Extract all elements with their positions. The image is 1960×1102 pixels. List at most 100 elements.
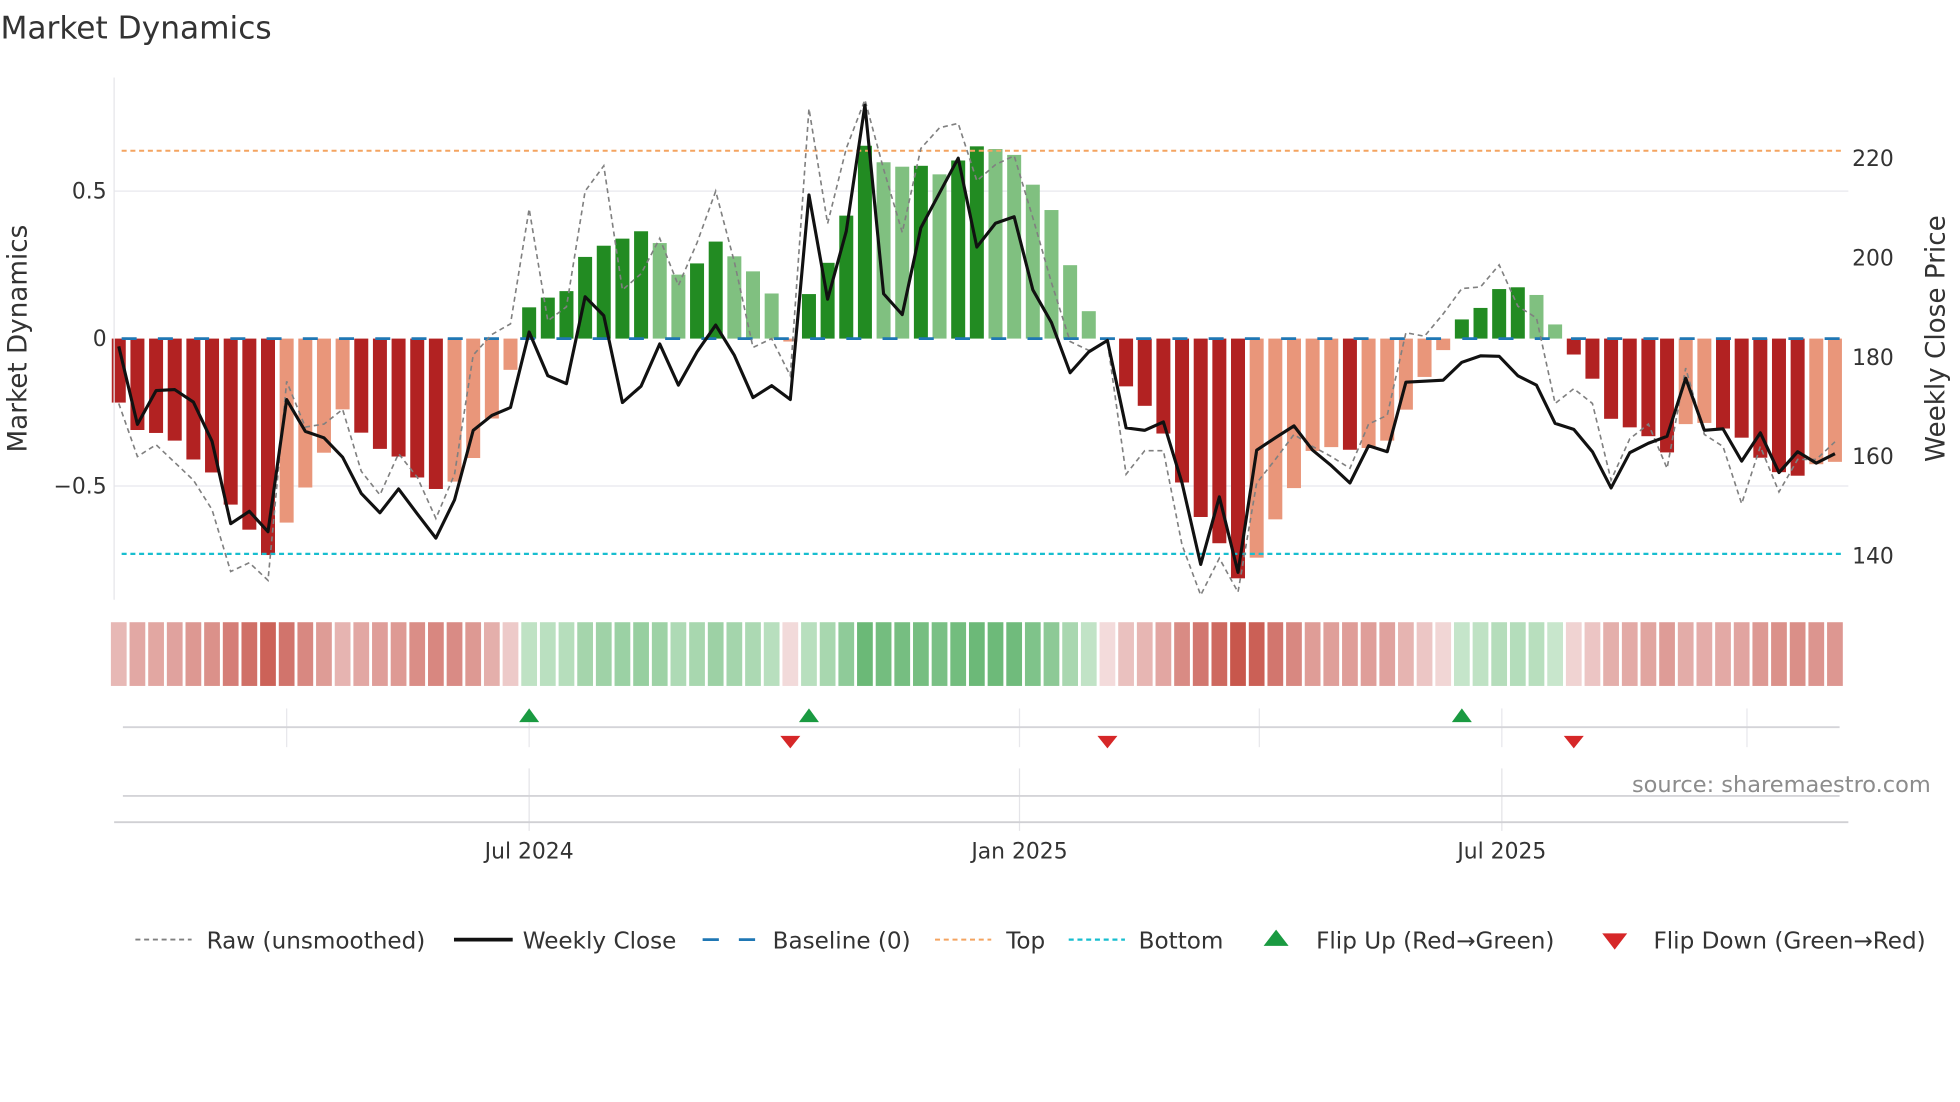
strip-cell [1323, 622, 1340, 686]
y2-tick-label: 140 [1852, 544, 1894, 569]
strip-cell [278, 622, 295, 686]
market-dynamics-chart: Market Dynamics −0.5 0 0.5 140 160 180 200 220 M… [0, 11, 1951, 955]
bar [1473, 307, 1488, 339]
strip-cell [539, 622, 556, 686]
bar [1268, 338, 1283, 520]
bar [652, 243, 667, 339]
strip-cell [353, 622, 370, 686]
strip-cell [1715, 622, 1731, 686]
y2-tick-label: 200 [1852, 247, 1894, 272]
strip-cell [1398, 622, 1414, 686]
strip-cell [968, 622, 985, 686]
legend: Raw (unsmoothed) Weekly Close Baseline (0)… [135, 928, 1926, 954]
strip-cell [894, 622, 911, 686]
strip-cell [428, 622, 444, 686]
bar [205, 338, 220, 473]
strip-cell [1192, 622, 1209, 686]
bar [335, 338, 350, 410]
bar [596, 245, 611, 339]
strip-cell [204, 622, 220, 686]
strip-cell [595, 622, 612, 686]
strip-cell [1286, 622, 1302, 686]
strip-cell [819, 622, 836, 686]
strip-cell [1211, 622, 1228, 686]
bar [1119, 338, 1134, 387]
strip-cell [372, 622, 388, 686]
flip-down-legend-icon [1602, 933, 1628, 950]
bar [1286, 338, 1301, 489]
strip-cell [465, 622, 482, 686]
strip-cell [1379, 622, 1396, 686]
bar [1156, 338, 1171, 434]
legend-label: Bottom [1139, 928, 1224, 954]
bar [1324, 338, 1339, 448]
strip-cell [838, 622, 855, 686]
bar [746, 271, 760, 339]
bar [447, 338, 462, 482]
flip-up-marker [798, 708, 819, 723]
strip-cell [931, 622, 948, 686]
strip-cell [409, 622, 426, 686]
strip-cell [129, 622, 146, 686]
flip-row [122, 708, 1840, 749]
bar [484, 338, 499, 419]
strip-cell [446, 622, 463, 686]
bar [1044, 210, 1059, 339]
legend-label: Top [1005, 928, 1045, 954]
flip-down-marker [780, 735, 801, 749]
strip-cell [1789, 622, 1806, 686]
bar [1585, 338, 1600, 379]
flip-down-marker [1097, 735, 1118, 749]
chart-title: Market Dynamics [0, 11, 271, 47]
bar [410, 338, 425, 478]
strip-cell [1509, 622, 1526, 686]
strip-cell [1565, 622, 1582, 686]
strip-cell [1136, 622, 1153, 686]
strip-cell [1808, 622, 1825, 686]
bar [988, 148, 1003, 339]
y-tick-label: −0.5 [54, 475, 107, 500]
strip-cell [707, 622, 724, 686]
heat-strip [110, 622, 1843, 686]
legend-label: Weekly Close [523, 928, 677, 954]
strip-cell [1006, 622, 1023, 686]
strip-cell [1360, 622, 1377, 686]
bar [1697, 338, 1712, 423]
strip-cell [1342, 622, 1358, 686]
strip-cell [1416, 622, 1433, 686]
bar [1827, 338, 1842, 462]
strip-cell [390, 622, 407, 686]
strip-cell [1248, 622, 1265, 686]
bar [1361, 338, 1376, 448]
bar [1604, 338, 1619, 419]
strip-cell [502, 622, 519, 686]
bar [354, 338, 369, 433]
x-tick-label: Jan 2025 [969, 839, 1067, 864]
bar [559, 291, 574, 339]
y2-tick-label: 220 [1852, 147, 1894, 172]
chart-root: Market Dynamics −0.5 0 0.5 140 160 180 200 220 M… [0, 0, 1960, 1102]
bar [1566, 338, 1581, 355]
bar [1492, 289, 1507, 339]
y-tick-label: 0 [93, 327, 107, 352]
strip-cell [1621, 622, 1638, 686]
strip-cell [1659, 622, 1675, 686]
bar [223, 338, 238, 505]
strip-cell [1099, 622, 1116, 686]
strip-cell [651, 622, 668, 686]
strip-cell [1472, 622, 1489, 686]
strip-cell [1118, 622, 1134, 686]
bar [1548, 324, 1563, 339]
strip-cell [1584, 622, 1601, 686]
strip-cell [148, 622, 164, 686]
strip-cell [110, 622, 127, 686]
bar [428, 338, 443, 489]
x-tick-label: Jul 2024 [483, 839, 574, 864]
bar [1342, 338, 1357, 450]
bar [242, 338, 257, 530]
strip-cell [1752, 622, 1769, 686]
bar [1025, 184, 1040, 339]
strip-cell [950, 622, 967, 686]
strip-cell [1733, 622, 1750, 686]
bar [1193, 338, 1208, 517]
